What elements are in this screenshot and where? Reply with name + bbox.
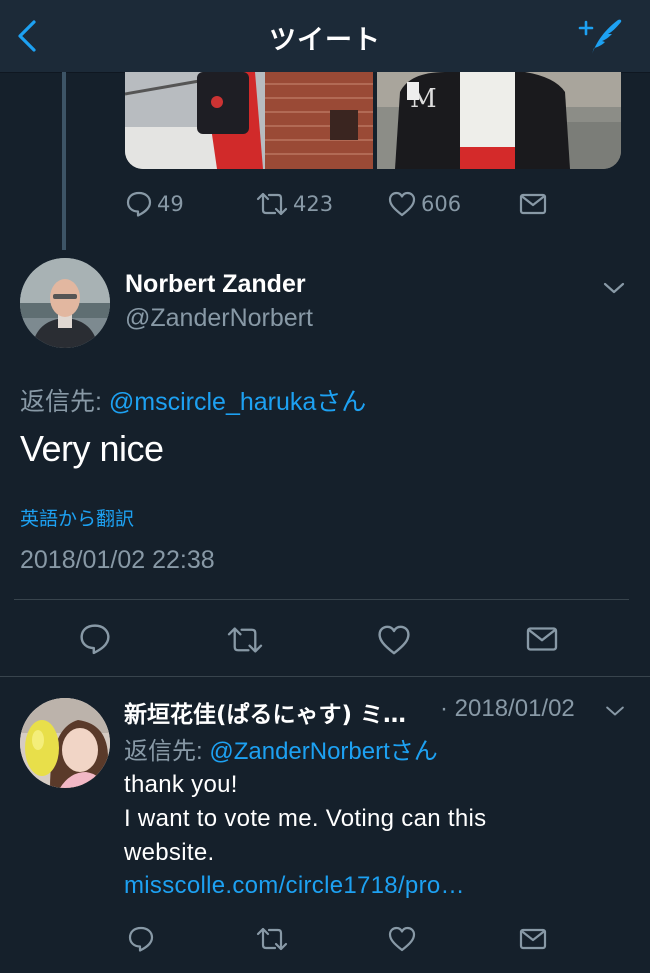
reply-to-prefix: 返信先: xyxy=(20,388,109,416)
chevron-down-icon[interactable] xyxy=(602,280,626,296)
tweet-text: Very nice xyxy=(20,428,164,469)
share-dm-button[interactable] xyxy=(525,625,559,653)
heart-icon xyxy=(388,191,416,217)
thread-connector-line xyxy=(62,72,66,250)
reply-to-user-link[interactable]: @ZanderNorbert xyxy=(209,738,389,765)
share-dm-action[interactable] xyxy=(519,192,547,216)
reply-author-name[interactable]: 新垣花佳(ぱるにゃす) ミ… xyxy=(124,695,406,729)
page-title: ツイート xyxy=(269,25,381,56)
reply-bubble-icon xyxy=(80,624,110,655)
retweet-button[interactable] xyxy=(225,624,265,656)
divider xyxy=(14,599,629,600)
translate-link[interactable]: 英語から翻訳 xyxy=(20,504,134,531)
heart-icon xyxy=(388,926,416,952)
share-dm-action[interactable] xyxy=(519,927,547,951)
reply-bubble-icon xyxy=(128,926,154,952)
like-count: 606 xyxy=(421,192,462,216)
like-action[interactable]: 606 xyxy=(387,190,461,218)
reply-count: 49 xyxy=(157,192,184,216)
envelope-icon xyxy=(519,193,547,215)
retweet-action[interactable]: 423 xyxy=(255,190,333,218)
reply-to-suffix: さん xyxy=(316,388,367,416)
reply-to-line: 返信先: @ZanderNorbertさん xyxy=(124,731,438,766)
reply-bubble-icon xyxy=(126,191,152,217)
heart-icon xyxy=(378,625,410,655)
compose-tweet-button[interactable] xyxy=(572,10,632,62)
reply-to-prefix: 返信先: xyxy=(124,738,210,765)
like-button[interactable] xyxy=(376,623,412,657)
reply-to-user-link[interactable]: @mscircle_haruka xyxy=(109,388,316,416)
retweet-action[interactable] xyxy=(255,925,289,953)
avatar[interactable] xyxy=(20,698,110,788)
compose-feather-icon xyxy=(578,19,622,54)
tweet-timestamp: 2018/01/02 22:38 xyxy=(20,546,215,574)
reply-action[interactable]: 49 xyxy=(125,190,184,218)
reply-text-line: thank you! xyxy=(124,771,238,798)
reply-website-link[interactable]: misscolle.com/circle1718/pro… xyxy=(124,872,465,900)
author-handle[interactable]: @ZanderNorbert xyxy=(125,304,313,333)
retweet-icon xyxy=(256,192,288,216)
top-navigation-bar: ツイート xyxy=(0,0,650,73)
tweet-media-image[interactable]: M xyxy=(125,72,621,169)
reply-text-line: website. xyxy=(124,839,215,866)
reply-to-line: 返信先: @mscircle_harukaさん xyxy=(20,382,366,418)
reply-button[interactable] xyxy=(78,622,112,656)
reply-to-suffix: さん xyxy=(389,738,438,765)
like-action[interactable] xyxy=(387,925,417,953)
avatar[interactable] xyxy=(20,258,110,348)
envelope-icon xyxy=(519,928,547,950)
author-name[interactable]: Norbert Zander xyxy=(125,270,306,299)
reply-date: · 2018/01/02 xyxy=(440,695,575,722)
reply-text-line: I want to vote me. Voting can this xyxy=(124,805,487,832)
reply-action[interactable] xyxy=(127,925,155,953)
retweet-icon xyxy=(227,627,263,653)
divider xyxy=(0,676,650,677)
envelope-icon xyxy=(526,627,558,651)
chevron-down-icon[interactable] xyxy=(604,704,626,718)
retweet-icon xyxy=(256,927,288,951)
retweet-count: 423 xyxy=(293,192,334,216)
